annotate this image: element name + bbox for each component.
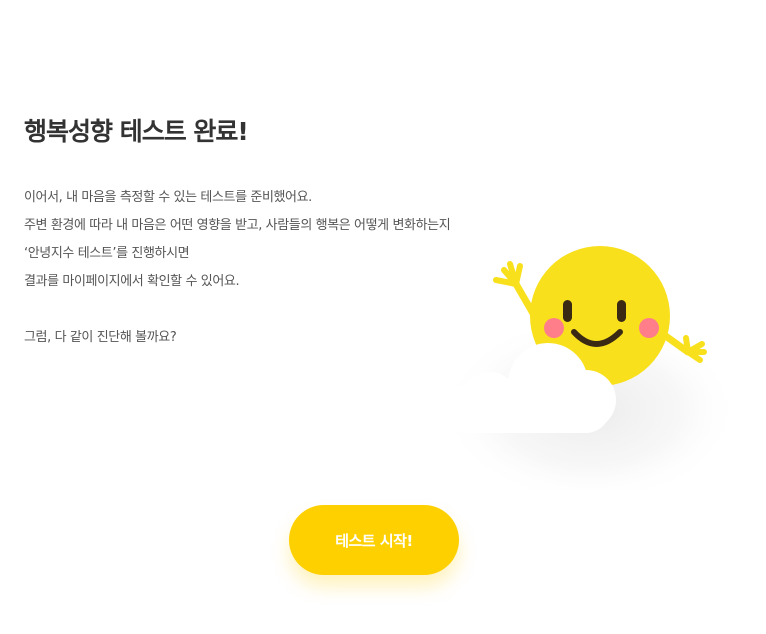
description-line-4: 결과를 마이페이지에서 확인할 수 있어요. (24, 274, 240, 289)
sun-right-eye (617, 300, 626, 322)
description-line-3: ‘안녕지수 테스트’를 진행하시면 (24, 246, 190, 261)
description-line-1: 이어서, 내 마음을 측정할 수 있는 테스트를 준비했어요. (24, 190, 312, 205)
description-question: 그럼, 다 같이 진단해 볼까요? (24, 330, 177, 345)
test-complete-page: 행복성향 테스트 완료! 이어서, 내 마음을 측정할 수 있는 테스트를 준비… (0, 0, 766, 634)
sun-left-cheek (544, 318, 564, 338)
smiling-sun-with-cloud-icon (420, 240, 740, 505)
description-line-2: 주변 환경에 따라 내 마음은 어떤 영향을 받고, 사람들의 행복은 어떻게 … (24, 218, 451, 233)
sun-left-eye (563, 300, 572, 322)
start-test-button[interactable]: 테스트 시작! (289, 505, 459, 575)
page-title: 행복성향 테스트 완료! (24, 117, 249, 146)
sun-right-cheek (639, 318, 659, 338)
sun-left-hand (493, 261, 523, 287)
description-spacer (24, 296, 450, 324)
description: 이어서, 내 마음을 측정할 수 있는 테스트를 준비했어요. 주변 환경에 따… (24, 184, 451, 352)
